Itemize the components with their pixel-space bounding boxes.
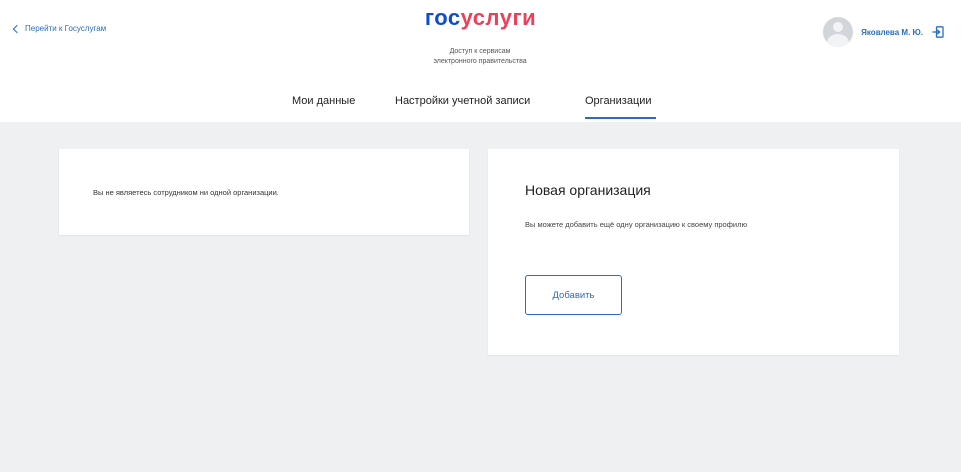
main-content: Вы не являетесь сотрудником ни одной орг…	[0, 122, 961, 472]
tagline-text: Доступ к сервисам электронного правитель…	[433, 48, 527, 65]
site-tagline: Доступ к сервисам электронного правитель…	[380, 47, 580, 67]
gosuslugi-logo[interactable]: госуслуги	[0, 3, 961, 33]
logo-part-gos: гос	[424, 5, 461, 30]
new-organization-card: Новая организация Вы можете добавить ещё…	[488, 149, 899, 355]
add-organization-button[interactable]: Добавить	[525, 275, 622, 315]
new-organization-description: Вы можете добавить ещё одну организацию …	[525, 220, 748, 229]
no-organizations-card: Вы не являетесь сотрудником ни одной орг…	[59, 149, 469, 235]
profile-tabs: Мои данные Настройки учетной записи Орга…	[0, 95, 961, 122]
header: Перейти к Госуслугам госуслуги Доступ к …	[0, 0, 961, 122]
tab-my-data[interactable]: Мои данные	[292, 95, 355, 107]
user-menu[interactable]: Яковлева М. Ю.	[823, 17, 944, 47]
tab-organizations[interactable]: Организации	[585, 95, 656, 119]
no-organizations-message: Вы не являетесь сотрудником ни одной орг…	[93, 188, 279, 197]
user-name[interactable]: Яковлева М. Ю.	[861, 28, 923, 37]
logout-icon[interactable]	[932, 26, 944, 38]
new-organization-title: Новая организация	[525, 182, 651, 198]
tab-account-settings[interactable]: Настройки учетной записи	[395, 95, 530, 107]
user-avatar-icon[interactable]	[823, 17, 854, 47]
logo-part-uslugi: услуги	[460, 5, 537, 30]
